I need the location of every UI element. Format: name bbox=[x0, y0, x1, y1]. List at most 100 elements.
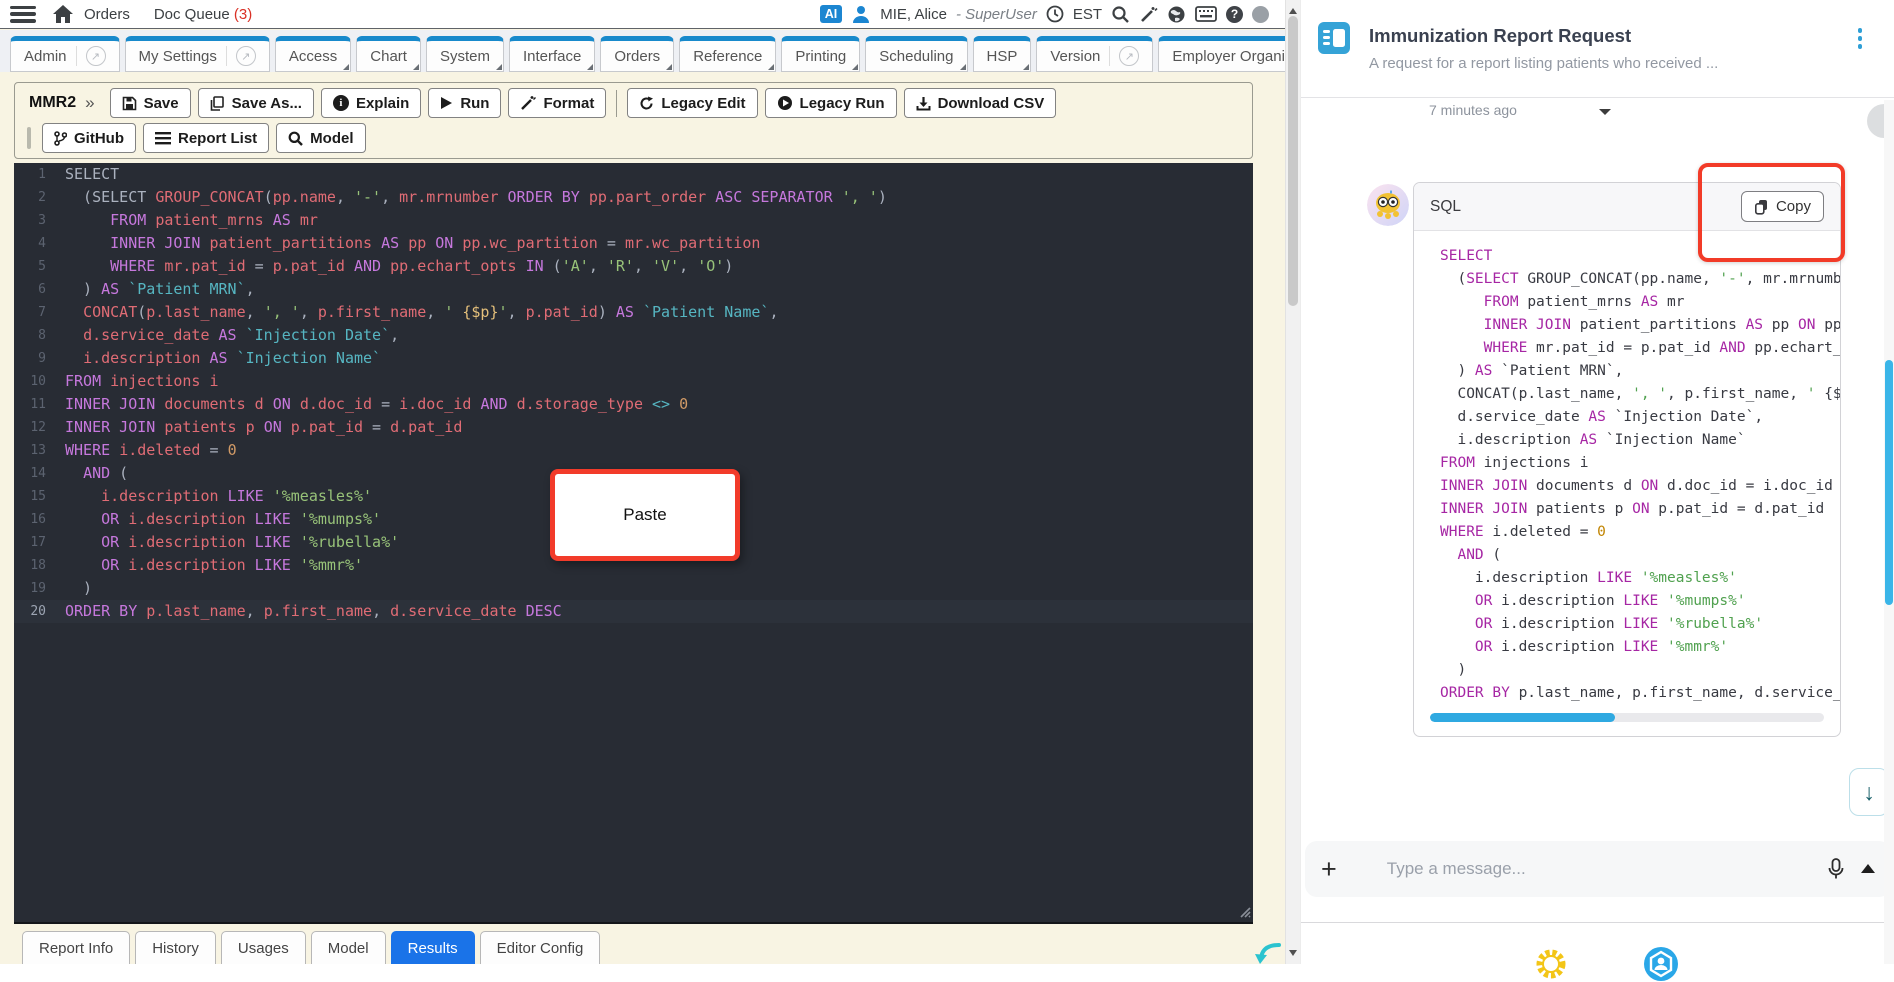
scrollbar-thumb[interactable] bbox=[1288, 16, 1298, 306]
breadcrumb-orders[interactable]: Orders bbox=[84, 6, 130, 23]
external-link-icon[interactable]: ↗ bbox=[85, 46, 106, 66]
nav-tab-version[interactable]: Version ↗ bbox=[1036, 36, 1154, 72]
ai-badge[interactable]: AI bbox=[819, 5, 843, 23]
nav-tab-reference[interactable]: Reference bbox=[679, 36, 777, 72]
code-line: ) bbox=[1440, 662, 1467, 678]
frame-scrollbar[interactable] bbox=[1285, 0, 1300, 964]
nav-tab-hsp[interactable]: HSP bbox=[972, 36, 1032, 72]
code-line: OR i.description LIKE '%mmr%' bbox=[1474, 639, 1729, 655]
save-icon bbox=[122, 96, 136, 110]
sql-code-card: SQL Copy SELECT (SELECT GROUP_CONCAT(pp.… bbox=[1413, 182, 1841, 737]
copy-icon bbox=[1754, 199, 1767, 215]
code-line: AND ( bbox=[1457, 547, 1502, 563]
nav-tab-label: Printing bbox=[795, 47, 847, 65]
tab-results[interactable]: Results bbox=[390, 931, 475, 964]
microphone-icon[interactable] bbox=[1827, 858, 1845, 880]
report-list-button[interactable]: Report List bbox=[143, 123, 270, 153]
drag-handle[interactable] bbox=[27, 127, 31, 149]
nav-tab-employer-organizations[interactable]: Employer Organizations↗ bbox=[1158, 36, 1285, 72]
clock-icon[interactable] bbox=[1046, 5, 1064, 23]
nav-tab-label: System bbox=[439, 47, 490, 65]
copy-button[interactable]: Copy bbox=[1740, 191, 1824, 222]
tab-label: Editor Config bbox=[496, 940, 584, 957]
tab-editor-config[interactable]: Editor Config bbox=[479, 931, 601, 964]
play-circle-icon bbox=[777, 96, 792, 110]
collapse-caret-icon[interactable] bbox=[1599, 109, 1611, 121]
paste-button-overlay[interactable]: Paste bbox=[550, 469, 740, 561]
search-icon[interactable] bbox=[1111, 5, 1130, 24]
external-link-icon[interactable]: ↗ bbox=[235, 46, 256, 66]
legacy-edit-button[interactable]: Legacy Edit bbox=[627, 88, 758, 118]
hamburger-menu-icon[interactable] bbox=[10, 5, 36, 23]
explain-button[interactable]: i Explain bbox=[320, 88, 422, 118]
tab-history[interactable]: History bbox=[135, 931, 216, 964]
nav-tab-label: Orders bbox=[614, 47, 661, 65]
model-button[interactable]: Model bbox=[276, 123, 366, 153]
report-panel-icon bbox=[1318, 22, 1350, 54]
legacy-run-button[interactable]: Legacy Run bbox=[764, 88, 897, 118]
nav-tab-label: Interface bbox=[522, 47, 582, 65]
resize-grip-icon[interactable] bbox=[1238, 905, 1251, 918]
code-line: 5 WHERE mr.pat_id = p.pat_id AND pp.echa… bbox=[38, 257, 734, 275]
download-csv-label: Download CSV bbox=[937, 94, 1045, 112]
expand-chevrons[interactable]: » bbox=[85, 93, 94, 113]
dropdown-corner-icon bbox=[1023, 64, 1030, 70]
code-line: 13 WHERE i.deleted = 0 bbox=[30, 441, 237, 459]
attach-plus-icon[interactable]: + bbox=[1321, 855, 1337, 883]
home-icon[interactable] bbox=[52, 4, 74, 24]
help-icon[interactable]: ? bbox=[1226, 5, 1243, 23]
nav-tab-admin[interactable]: Admin ↗ bbox=[10, 36, 120, 72]
globe-icon[interactable] bbox=[1167, 5, 1186, 24]
play-icon bbox=[441, 97, 453, 109]
download-csv-button[interactable]: Download CSV bbox=[903, 88, 1057, 118]
sun-ring-icon[interactable] bbox=[1533, 946, 1569, 982]
tab-label: Model bbox=[327, 940, 369, 957]
code-line: ORDER BY p.last_name, p.first_name, d.se… bbox=[1440, 685, 1840, 701]
nav-tab-orders[interactable]: Orders bbox=[600, 36, 675, 72]
tab-model[interactable]: Model bbox=[310, 931, 386, 964]
nav-tab-printing[interactable]: Printing bbox=[781, 36, 861, 72]
tab-report-info[interactable]: Report Info bbox=[22, 931, 131, 964]
save-as-label: Save As... bbox=[231, 94, 302, 112]
code-line: i.description LIKE '%measles%' bbox=[1474, 570, 1737, 586]
scroll-down-arrow-icon[interactable] bbox=[1289, 950, 1297, 960]
code-line: FROM injections i bbox=[1440, 455, 1589, 471]
status-circle-icon[interactable] bbox=[1252, 5, 1269, 23]
info-icon: i bbox=[332, 95, 349, 111]
scroll-up-arrow-icon[interactable] bbox=[1289, 4, 1297, 14]
kebab-menu-icon[interactable] bbox=[1856, 26, 1865, 51]
format-button[interactable]: Format bbox=[508, 88, 607, 118]
code-line: INNER JOIN patient_partitions AS pp ON p… bbox=[1483, 317, 1840, 333]
nav-tab-access[interactable]: Access bbox=[274, 36, 352, 72]
code-line: 10 FROM injections i bbox=[30, 372, 219, 390]
nav-tab-interface[interactable]: Interface bbox=[508, 36, 596, 72]
external-link-icon[interactable]: ↗ bbox=[1119, 46, 1140, 66]
collapse-input-caret-icon[interactable] bbox=[1861, 857, 1875, 873]
dropdown-corner-icon bbox=[412, 64, 419, 70]
legacy-run-label: Legacy Run bbox=[799, 94, 885, 112]
magic-wand-icon[interactable] bbox=[1139, 5, 1158, 24]
message-input[interactable] bbox=[1384, 858, 1827, 880]
tab-label: Report Info bbox=[39, 940, 114, 957]
blue-app-badge-icon[interactable] bbox=[1643, 946, 1679, 982]
save-button[interactable]: Save bbox=[109, 88, 191, 118]
github-button[interactable]: GitHub bbox=[42, 123, 136, 153]
nav-tab-system[interactable]: System bbox=[425, 36, 504, 72]
breadcrumb-doc-queue[interactable]: Doc Queue (3) bbox=[154, 6, 252, 23]
save-as-button[interactable]: Save As... bbox=[197, 88, 314, 118]
run-button[interactable]: Run bbox=[428, 88, 502, 118]
code-line: INNER JOIN documents d ON d.doc_id = i.d… bbox=[1440, 478, 1833, 494]
progress-fill bbox=[1430, 713, 1616, 722]
code-line: 6 ) AS `Patient MRN`, bbox=[38, 280, 255, 298]
nav-tab-my-settings[interactable]: My Settings ↗ bbox=[124, 36, 270, 72]
nav-tab-chart[interactable]: Chart bbox=[356, 36, 421, 72]
keyboard-icon[interactable] bbox=[1195, 6, 1217, 22]
nav-tab-label: Version bbox=[1050, 47, 1101, 65]
nav-tab-label: Scheduling bbox=[879, 47, 954, 65]
toolbar-separator bbox=[616, 89, 618, 117]
nav-tab-scheduling[interactable]: Scheduling bbox=[865, 36, 968, 72]
scroll-to-bottom-button[interactable]: ↓ bbox=[1849, 768, 1889, 816]
tab-usages[interactable]: Usages bbox=[220, 931, 306, 964]
page-scrollbar-thumb[interactable] bbox=[1885, 360, 1893, 605]
return-arrow-icon[interactable] bbox=[1254, 942, 1282, 964]
